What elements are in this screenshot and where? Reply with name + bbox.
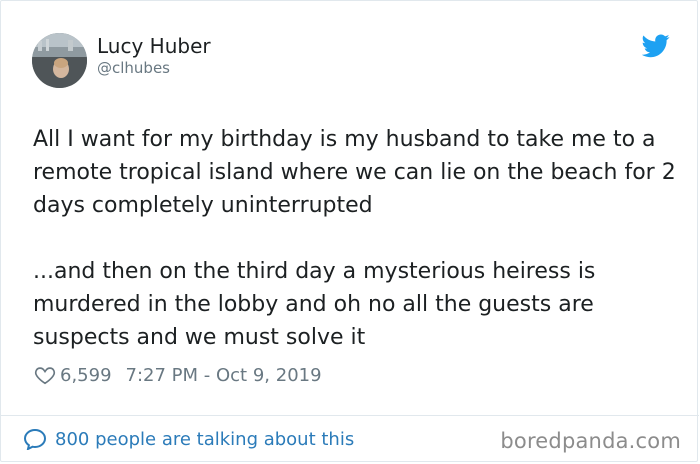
- heart-icon[interactable]: [34, 364, 56, 386]
- tweet-text: All I want for my birthday is my husband…: [33, 123, 678, 354]
- avatar[interactable]: [32, 33, 87, 88]
- tweet-meta: 6,599 7:27 PM - Oct 9, 2019: [34, 364, 322, 386]
- divider: [1, 415, 699, 416]
- conversation-label: 800 people are talking about this: [55, 428, 355, 450]
- like-count[interactable]: 6,599: [60, 365, 112, 386]
- author-name[interactable]: Lucy Huber: [97, 34, 211, 58]
- tweet-paragraph-2: ...and then on the third day a mysteriou…: [33, 259, 596, 350]
- speech-bubble-icon: [23, 428, 47, 450]
- conversation-link[interactable]: 800 people are talking about this: [23, 428, 354, 450]
- timestamp[interactable]: 7:27 PM - Oct 9, 2019: [126, 365, 322, 386]
- twitter-bird-icon[interactable]: [642, 34, 670, 58]
- watermark: boredpanda.com: [500, 429, 681, 453]
- avatar-photo: [32, 33, 87, 88]
- author-handle[interactable]: @clhubes: [97, 59, 170, 77]
- tweet-card: Lucy Huber @clhubes All I want for my bi…: [0, 0, 699, 462]
- tweet-paragraph-1: All I want for my birthday is my husband…: [33, 127, 676, 218]
